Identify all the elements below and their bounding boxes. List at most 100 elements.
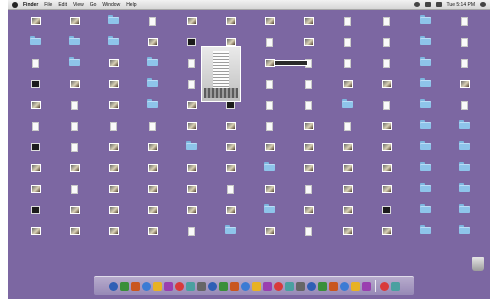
- app-icon[interactable]: [350, 281, 360, 291]
- desktop-icon[interactable]: [16, 100, 55, 119]
- desktop-icon[interactable]: [211, 142, 250, 161]
- desktop-icon[interactable]: [445, 100, 484, 119]
- battery-icon[interactable]: [435, 2, 442, 7]
- desktop-icon[interactable]: [445, 141, 484, 161]
- desktop-icon[interactable]: [406, 141, 445, 161]
- preview-icon[interactable]: [185, 281, 195, 291]
- desktop-icon[interactable]: [55, 121, 94, 140]
- desktop-icon[interactable]: [445, 58, 484, 77]
- desktop-icon[interactable]: [211, 225, 250, 245]
- desktop-icon[interactable]: [211, 184, 250, 203]
- desktop-icon[interactable]: [94, 142, 133, 161]
- desktop-icon[interactable]: [250, 16, 289, 35]
- desktop-icon[interactable]: [328, 121, 367, 140]
- app-icon[interactable]: [251, 281, 261, 291]
- desktop-icon[interactable]: [328, 58, 367, 77]
- desktop-icon[interactable]: [367, 184, 406, 203]
- app-icon[interactable]: [328, 281, 338, 291]
- desktop-icon[interactable]: [328, 16, 367, 35]
- desktop-icon[interactable]: [94, 79, 133, 98]
- desktop-icon[interactable]: [328, 226, 367, 245]
- desktop-icon[interactable]: [133, 99, 172, 119]
- app-icon[interactable]: [262, 281, 272, 291]
- desktop-icon[interactable]: [55, 57, 94, 77]
- app-icon[interactable]: [207, 281, 217, 291]
- selected-file-thumbnail[interactable]: [274, 60, 308, 66]
- desktop-icon[interactable]: [133, 226, 172, 245]
- spotlight-icon[interactable]: [480, 2, 486, 7]
- desktop-icon[interactable]: [250, 100, 289, 119]
- desktop-icon[interactable]: [16, 58, 55, 77]
- desktop-icon[interactable]: [94, 121, 133, 140]
- desktop-icon[interactable]: [289, 16, 328, 35]
- desktop-icon[interactable]: [211, 121, 250, 140]
- desktop-icon[interactable]: [133, 16, 172, 35]
- desktop-icon[interactable]: [133, 121, 172, 140]
- trash-icon[interactable]: [472, 257, 484, 271]
- desktop-icon[interactable]: [16, 79, 55, 98]
- desktop-icon[interactable]: [16, 226, 55, 245]
- app-icon[interactable]: [339, 281, 349, 291]
- desktop-icon[interactable]: [406, 15, 445, 35]
- desktop-icon[interactable]: [250, 184, 289, 203]
- desktop-icon[interactable]: [367, 16, 406, 35]
- app-icon[interactable]: [240, 281, 250, 291]
- desktop-icon[interactable]: [445, 37, 484, 56]
- photos-icon[interactable]: [152, 281, 162, 291]
- menubar-clock[interactable]: Tue 5:14 PM: [447, 2, 475, 8]
- desktop-icon[interactable]: [94, 226, 133, 245]
- desktop-icon[interactable]: [250, 204, 289, 224]
- desktop-icon[interactable]: [133, 163, 172, 182]
- desktop-icon[interactable]: [55, 142, 94, 161]
- desktop-icon[interactable]: [445, 16, 484, 35]
- desktop-icon[interactable]: [289, 79, 328, 98]
- desktop-icon[interactable]: [16, 205, 55, 224]
- menu-app-name[interactable]: Finder: [23, 2, 38, 8]
- desktop-icon[interactable]: [367, 163, 406, 182]
- desktop-icon[interactable]: [211, 100, 250, 119]
- app-icon[interactable]: [317, 281, 327, 291]
- desktop-icon[interactable]: [445, 225, 484, 245]
- desktop-icon[interactable]: [16, 142, 55, 161]
- desktop-icon[interactable]: [328, 205, 367, 224]
- desktop-icon[interactable]: [367, 58, 406, 77]
- desktop-icon[interactable]: [250, 79, 289, 98]
- desktop-icon[interactable]: [172, 163, 211, 182]
- desktop-icon[interactable]: [55, 100, 94, 119]
- app-icon[interactable]: [273, 281, 283, 291]
- desktop-icon[interactable]: [94, 15, 133, 35]
- desktop-icon[interactable]: [328, 163, 367, 182]
- app-icon[interactable]: [295, 281, 305, 291]
- desktop-icon[interactable]: [250, 226, 289, 245]
- desktop-icon[interactable]: [289, 37, 328, 56]
- desktop-icon[interactable]: [367, 205, 406, 224]
- app-icon[interactable]: [196, 281, 206, 291]
- desktop-icon[interactable]: [94, 36, 133, 56]
- desktop-icon[interactable]: [94, 163, 133, 182]
- desktop-icon[interactable]: [367, 226, 406, 245]
- desktop-icon[interactable]: [445, 183, 484, 203]
- desktop-icon[interactable]: [172, 205, 211, 224]
- desktop-icon[interactable]: [16, 16, 55, 35]
- desktop-icon[interactable]: [55, 16, 94, 35]
- desktop-icon[interactable]: [172, 226, 211, 245]
- desktop-icon[interactable]: [55, 163, 94, 182]
- desktop-icon[interactable]: [406, 99, 445, 119]
- desktop-icon[interactable]: [406, 204, 445, 224]
- menu-window[interactable]: Window: [102, 2, 120, 8]
- desktop-icon[interactable]: [406, 120, 445, 140]
- folder-icon[interactable]: [390, 281, 400, 291]
- desktop-icon[interactable]: [406, 162, 445, 182]
- open-photo-thumbnail[interactable]: [201, 46, 241, 102]
- desktop-icon[interactable]: [406, 183, 445, 203]
- desktop-icon[interactable]: [211, 163, 250, 182]
- desktop-icon[interactable]: [94, 184, 133, 203]
- desktop-icon[interactable]: [289, 163, 328, 182]
- desktop-icon[interactable]: [367, 121, 406, 140]
- desktop-icon[interactable]: [367, 100, 406, 119]
- desktop-icon[interactable]: [289, 142, 328, 161]
- app-icon[interactable]: [229, 281, 239, 291]
- desktop-icon[interactable]: [289, 205, 328, 224]
- desktop-icon[interactable]: [16, 163, 55, 182]
- desktop-icon[interactable]: [445, 120, 484, 140]
